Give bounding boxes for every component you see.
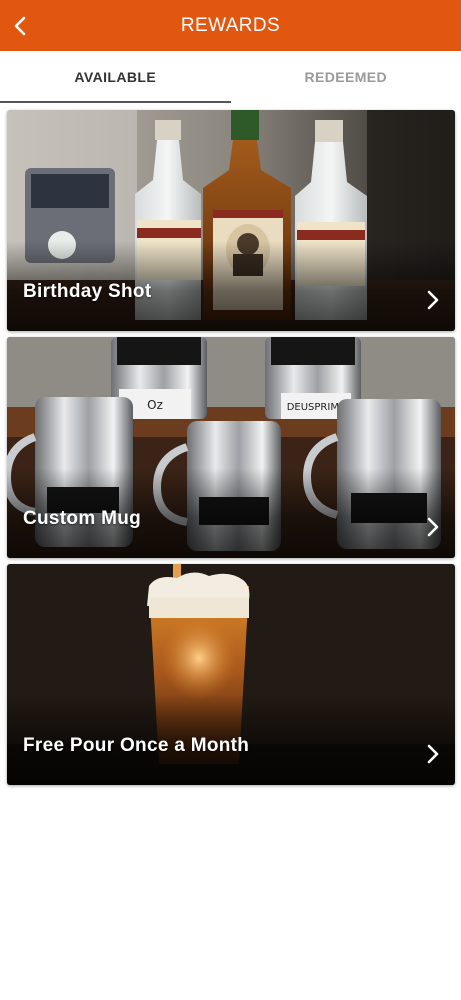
reward-card-custom-mug[interactable]: Oz DEUSPRIME Custom Mug bbox=[7, 337, 455, 558]
back-button[interactable] bbox=[0, 0, 40, 51]
svg-text:DEUSPRIME: DEUSPRIME bbox=[287, 402, 346, 413]
reward-title: Custom Mug bbox=[23, 508, 142, 529]
chevron-right-icon bbox=[427, 517, 439, 537]
chevron-right-icon bbox=[427, 744, 439, 764]
chevron-right-icon bbox=[427, 290, 439, 310]
tab-redeemed[interactable]: REDEEMED bbox=[231, 51, 461, 103]
reward-card-birthday-shot[interactable]: Birthday Shot bbox=[7, 110, 455, 331]
reward-card-free-pour[interactable]: Free Pour Once a Month bbox=[7, 564, 455, 785]
reward-title: Free Pour Once a Month bbox=[23, 735, 250, 756]
svg-text:Oz: Oz bbox=[147, 398, 163, 412]
chevron-left-icon bbox=[14, 16, 26, 35]
reward-title: Birthday Shot bbox=[23, 281, 152, 302]
tab-bar: AVAILABLE REDEEMED bbox=[0, 51, 461, 103]
app-bar: REWARDS bbox=[0, 0, 461, 51]
page-title: REWARDS bbox=[180, 14, 281, 36]
tab-available[interactable]: AVAILABLE bbox=[0, 51, 231, 103]
